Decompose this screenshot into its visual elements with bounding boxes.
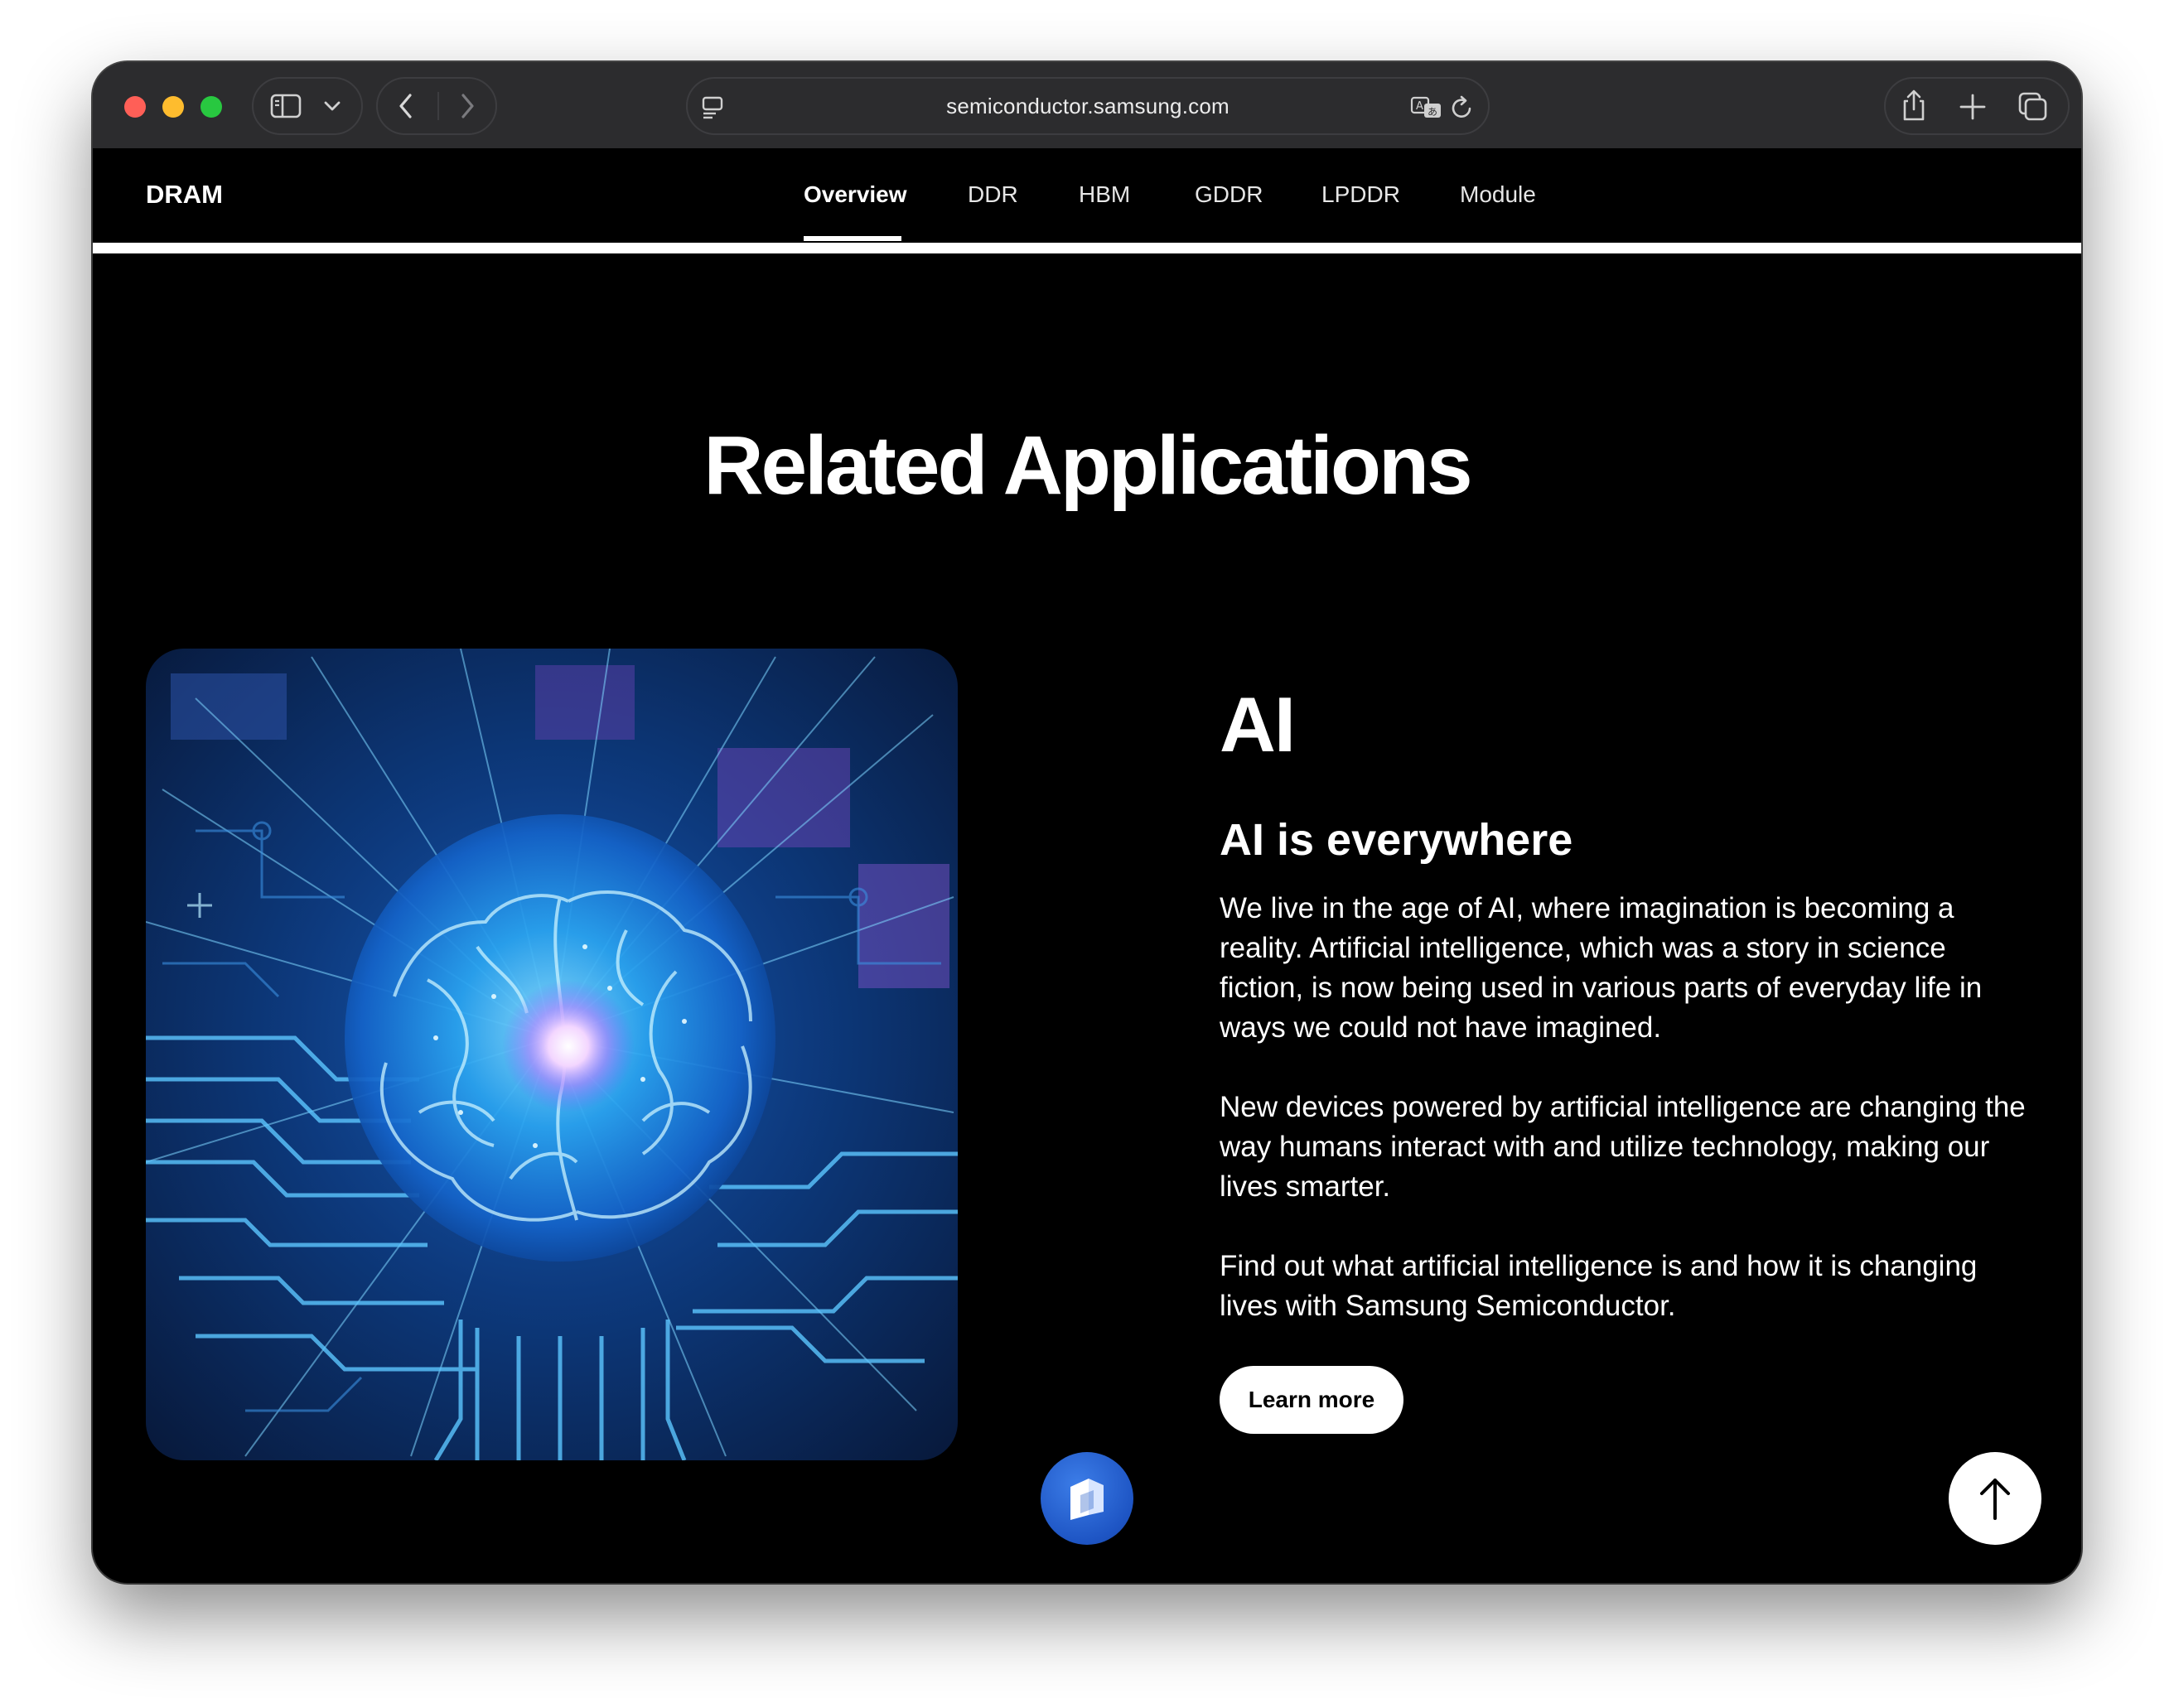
- ai-brain-circuit-image: [146, 649, 958, 1460]
- svg-text:あ: あ: [1428, 106, 1437, 118]
- translate-icon[interactable]: A あ: [1410, 95, 1443, 120]
- browser-window: semiconductor.samsung.com A あ DRAM Overv…: [93, 62, 2081, 1583]
- svg-text:A: A: [1416, 100, 1423, 113]
- assistant-logo-icon: [1070, 1479, 1104, 1520]
- url-text[interactable]: semiconductor.samsung.com: [688, 79, 1488, 133]
- new-tab-icon[interactable]: [1959, 93, 1987, 121]
- nav-brand[interactable]: DRAM: [146, 180, 223, 210]
- back-icon[interactable]: [396, 92, 416, 120]
- learn-more-button[interactable]: Learn more: [1220, 1366, 1403, 1434]
- tab-module[interactable]: Module: [1460, 181, 1536, 208]
- assistant-button[interactable]: [1041, 1452, 1133, 1545]
- sidebar-icon[interactable]: [270, 93, 302, 119]
- application-paragraph-3: Find out what artificial intelligence is…: [1220, 1250, 1978, 1322]
- forward-icon[interactable]: [457, 92, 477, 120]
- back-to-top-button[interactable]: [1949, 1452, 2041, 1545]
- close-window-button[interactable]: [124, 96, 146, 118]
- arrow-up-icon: [1980, 1479, 2010, 1520]
- window-actions-group: [1884, 77, 2070, 135]
- share-icon[interactable]: [1899, 89, 1929, 123]
- tab-ddr[interactable]: DDR: [968, 181, 1018, 208]
- nav-divider: [437, 92, 439, 120]
- reload-icon[interactable]: [1450, 94, 1475, 121]
- application-subtitle: AI is everywhere: [1220, 815, 1573, 865]
- tab-lpddr[interactable]: LPDDR: [1321, 181, 1400, 208]
- history-nav-group: [376, 77, 497, 135]
- tab-hbm[interactable]: HBM: [1079, 181, 1130, 208]
- minimize-window-button[interactable]: [162, 96, 184, 118]
- tab-overview-icon[interactable]: [2017, 91, 2050, 123]
- application-title: AI: [1220, 681, 1296, 768]
- application-paragraph-1: We live in the age of AI, where imaginat…: [1220, 892, 1983, 1044]
- tab-gddr[interactable]: GDDR: [1195, 181, 1263, 208]
- application-paragraph-2: New devices powered by artificial intell…: [1220, 1091, 2026, 1203]
- zoom-window-button[interactable]: [200, 96, 222, 118]
- address-bar[interactable]: semiconductor.samsung.com A あ: [686, 77, 1490, 135]
- browser-toolbar: semiconductor.samsung.com A あ: [93, 62, 2081, 149]
- section-title: Related Applications: [703, 419, 1472, 512]
- tab-overview[interactable]: Overview: [804, 181, 907, 208]
- site-nav-bar: DRAM Overview DDR HBM GDDR LPDDR Module: [93, 148, 2081, 244]
- sidebar-toggle-group: [252, 77, 363, 135]
- nav-divider-bar: [93, 243, 2081, 253]
- active-tab-indicator: [804, 236, 901, 241]
- chevron-down-icon[interactable]: [323, 99, 341, 113]
